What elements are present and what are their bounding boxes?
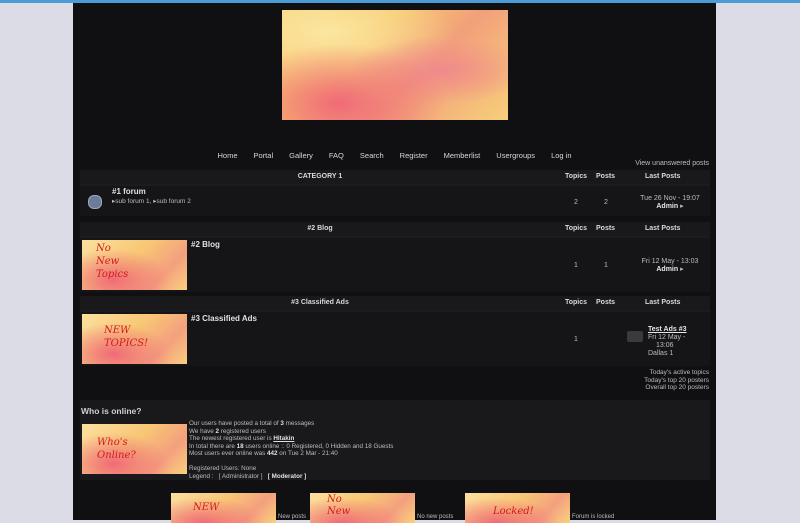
posts-count: 2 <box>604 199 608 206</box>
legend-locked-label: Forum is locked <box>572 514 615 520</box>
category-1: CATEGORY 1 Topics Posts Last Posts #1 fo… <box>80 170 710 216</box>
last-post-time: 13:06 <box>656 342 674 349</box>
legend-new-posts-label: New posts <box>278 514 307 520</box>
forum-banner-image[interactable] <box>282 10 508 120</box>
forum-row: NEW TOPICS! #3 Classified Ads 1 Test Ads… <box>80 312 710 366</box>
category-header: CATEGORY 1 Topics Posts Last Posts <box>80 170 710 184</box>
last-post-user[interactable]: Dallas 1 <box>648 350 708 358</box>
col-posts: Posts <box>596 173 616 180</box>
forum-status-image-text: NEW TOPICS! <box>104 325 149 349</box>
online-stats-text: Our users have posted a total of 3 messa… <box>189 420 394 480</box>
legend-locked-image: Locked! <box>465 493 570 523</box>
subforum-link[interactable]: sub forum 2 <box>156 198 190 205</box>
overall-top-posters-link[interactable]: Overall top 20 posters <box>644 384 709 392</box>
last-post-date: Fri 12 May - <box>648 334 686 341</box>
col-posts: Posts <box>596 299 616 306</box>
category-title[interactable]: #2 Blog <box>80 225 560 232</box>
subforum-list: ▸sub forum 1, ▸sub forum 2 <box>112 197 191 205</box>
last-post-title[interactable]: Test Ads #3 <box>648 326 687 333</box>
todays-active-topics-link[interactable]: Today's active topics <box>644 369 709 377</box>
legend-no-new-posts-label: No new posts <box>417 514 454 520</box>
forum-status-icon <box>88 195 102 209</box>
forum-status-image: NEW TOPICS! <box>82 314 187 364</box>
newest-user-link[interactable]: Hitakin <box>273 435 294 442</box>
nav-register[interactable]: Register <box>400 151 428 160</box>
nav-faq[interactable]: FAQ <box>329 151 344 160</box>
forum-title[interactable]: #3 Classified Ads <box>191 314 257 323</box>
forum-title[interactable]: #1 forum <box>112 187 146 196</box>
who-online-image: Who's Online? <box>82 424 187 474</box>
col-last-posts: Last Posts <box>645 299 681 306</box>
col-topics: Topics <box>565 299 588 306</box>
who-online-image-text: Who's Online? <box>97 437 136 461</box>
view-unanswered-link[interactable]: View unanswered posts <box>635 160 709 167</box>
forum-title[interactable]: #2 Blog <box>191 240 220 249</box>
nav-usergroups[interactable]: Usergroups <box>496 151 535 160</box>
category-title[interactable]: CATEGORY 1 <box>80 173 560 180</box>
stats-links: Today's active topics Today's top 20 pos… <box>644 369 709 392</box>
camera-icon <box>627 331 643 342</box>
forum-row: #1 forum ▸sub forum 1, ▸sub forum 2 2 2 … <box>80 186 710 216</box>
category-title[interactable]: #3 Classified Ads <box>80 299 560 306</box>
nav-login[interactable]: Log in <box>551 151 571 160</box>
nav-gallery[interactable]: Gallery <box>289 151 313 160</box>
last-post-info: Test Ads #3 Fri 12 May - 13:06 Dallas 1 <box>648 326 708 358</box>
topics-count: 2 <box>574 199 578 206</box>
who-is-online-panel: Who is online? Who's Online? Our users h… <box>80 400 710 480</box>
topics-count: 1 <box>574 262 578 269</box>
posts-count: 1 <box>604 262 608 269</box>
col-topics: Topics <box>565 225 588 232</box>
registered-users: Registered Users: None <box>189 464 257 472</box>
goto-last-post-icon[interactable]: ▸ <box>680 266 684 273</box>
legend-administrator[interactable]: [ Administrator ] <box>219 473 263 480</box>
forum-row: No New Topics #2 Blog 1 1 Fri 12 May - 1… <box>80 238 710 292</box>
last-post-date: Fri 12 May - 13:03 <box>641 258 699 265</box>
last-post-date: Tue 26 Nov - 19:07 <box>640 195 700 202</box>
col-last-posts: Last Posts <box>645 225 681 232</box>
main-navigation: Home Portal Gallery FAQ Search Register Member… <box>73 151 716 160</box>
topics-count: 1 <box>574 336 578 343</box>
col-posts: Posts <box>596 225 616 232</box>
legend-new-posts-image: NEW <box>171 493 276 523</box>
nav-home[interactable]: Home <box>218 151 238 160</box>
legend-no-new-posts-image: No New <box>310 493 415 523</box>
category-3: #3 Classified Ads Topics Posts Last Post… <box>80 296 710 366</box>
todays-top-posters-link[interactable]: Today's top 20 posters <box>644 377 709 385</box>
col-last-posts: Last Posts <box>645 173 681 180</box>
nav-memberlist[interactable]: Memberlist <box>444 151 481 160</box>
forum-status-image-text: No New Topics <box>96 243 129 280</box>
last-post-user[interactable]: Admin <box>656 266 678 273</box>
who-is-online-title: Who is online? <box>81 406 142 416</box>
category-header: #3 Classified Ads Topics Posts Last Post… <box>80 296 710 310</box>
goto-last-post-icon[interactable]: ▸ <box>680 203 684 210</box>
subforum-link[interactable]: sub forum 1, <box>115 198 151 205</box>
nav-search[interactable]: Search <box>360 151 384 160</box>
category-2: #2 Blog Topics Posts Last Posts No New T… <box>80 222 710 292</box>
legend-moderator[interactable]: [ Moderator ] <box>268 473 306 480</box>
last-post-info: Fri 12 May - 13:03 Admin ▸ <box>620 258 720 274</box>
last-post-info: Tue 26 Nov - 19:07 Admin ▸ <box>620 195 720 211</box>
col-topics: Topics <box>565 173 588 180</box>
category-header: #2 Blog Topics Posts Last Posts <box>80 222 710 236</box>
nav-portal[interactable]: Portal <box>254 151 274 160</box>
forum-page: Home Portal Gallery FAQ Search Register Member… <box>73 3 716 523</box>
forum-status-image: No New Topics <box>82 240 187 290</box>
last-post-user[interactable]: Admin <box>656 203 678 210</box>
